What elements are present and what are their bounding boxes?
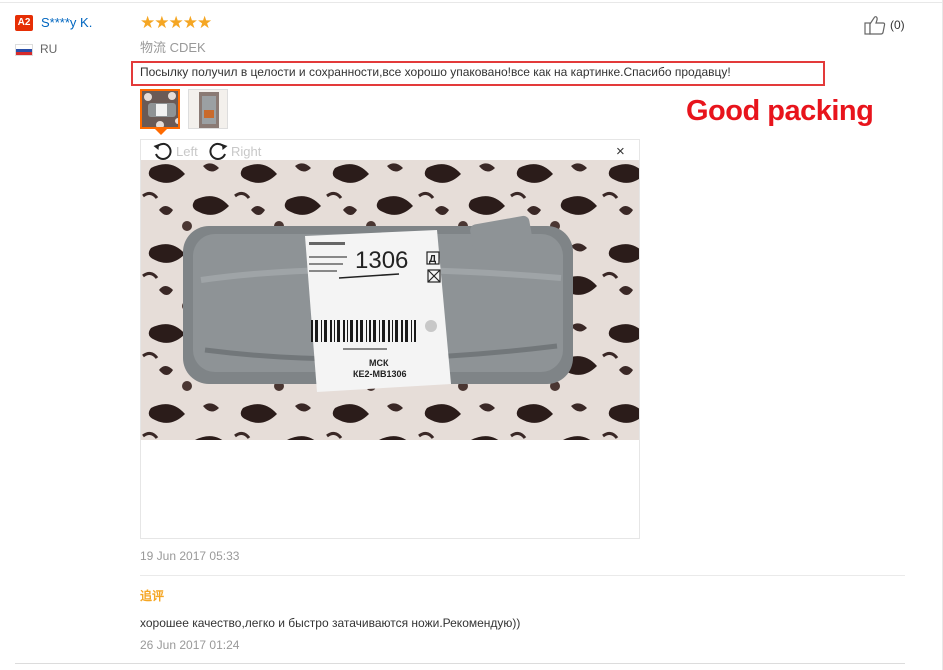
review-thumbnail-1[interactable] <box>140 89 180 129</box>
label-code: КЕ2-МВ1306 <box>353 369 407 379</box>
rotate-right-label: Right <box>231 143 262 159</box>
followup-text: хорошее качество,легко и быстро затачива… <box>140 616 521 630</box>
followup-date: 26 Jun 2017 01:24 <box>140 638 240 652</box>
user-level-badge: A2 <box>15 15 33 31</box>
review-text: Посылку получил в целости и сохранности,… <box>140 65 731 79</box>
rotate-left-button[interactable]: Left <box>152 141 198 161</box>
rotate-right-icon <box>209 142 228 160</box>
rotate-right-button[interactable]: Right <box>207 141 261 161</box>
label-letter: Д <box>429 254 436 265</box>
review-date: 19 Jun 2017 05:33 <box>140 549 240 563</box>
divider <box>140 575 905 576</box>
label-number: 1306 <box>355 247 408 274</box>
label-city: МСК <box>369 358 389 368</box>
annotation-text: Good packing <box>686 95 874 127</box>
review-photo[interactable]: 1306 Д МСК КЕ2-МВ1306 <box>141 160 639 440</box>
bottom-divider <box>15 663 905 664</box>
like-count: (0) <box>890 18 905 32</box>
user-name-link[interactable]: S****y K. <box>41 15 92 30</box>
close-icon[interactable]: × <box>616 144 625 159</box>
top-divider <box>0 2 943 3</box>
thumbnail-selection-arrow <box>155 129 167 135</box>
rotate-left-label: Left <box>176 143 198 159</box>
country-code: RU <box>40 42 58 56</box>
logistics-info: 物流 CDEK <box>140 40 206 55</box>
review-thumbnail-2[interactable] <box>188 89 228 129</box>
rotate-left-icon <box>153 142 172 160</box>
followup-title: 追评 <box>140 589 165 603</box>
star-rating: ★★★★★ <box>140 13 212 32</box>
image-viewer: Left Right × 1306 Д МСК КЕ2-МВ1306 <box>140 139 640 539</box>
flag-ru-icon <box>15 44 33 56</box>
thumbs-up-icon <box>864 16 886 35</box>
like-button[interactable]: (0) <box>864 15 905 35</box>
